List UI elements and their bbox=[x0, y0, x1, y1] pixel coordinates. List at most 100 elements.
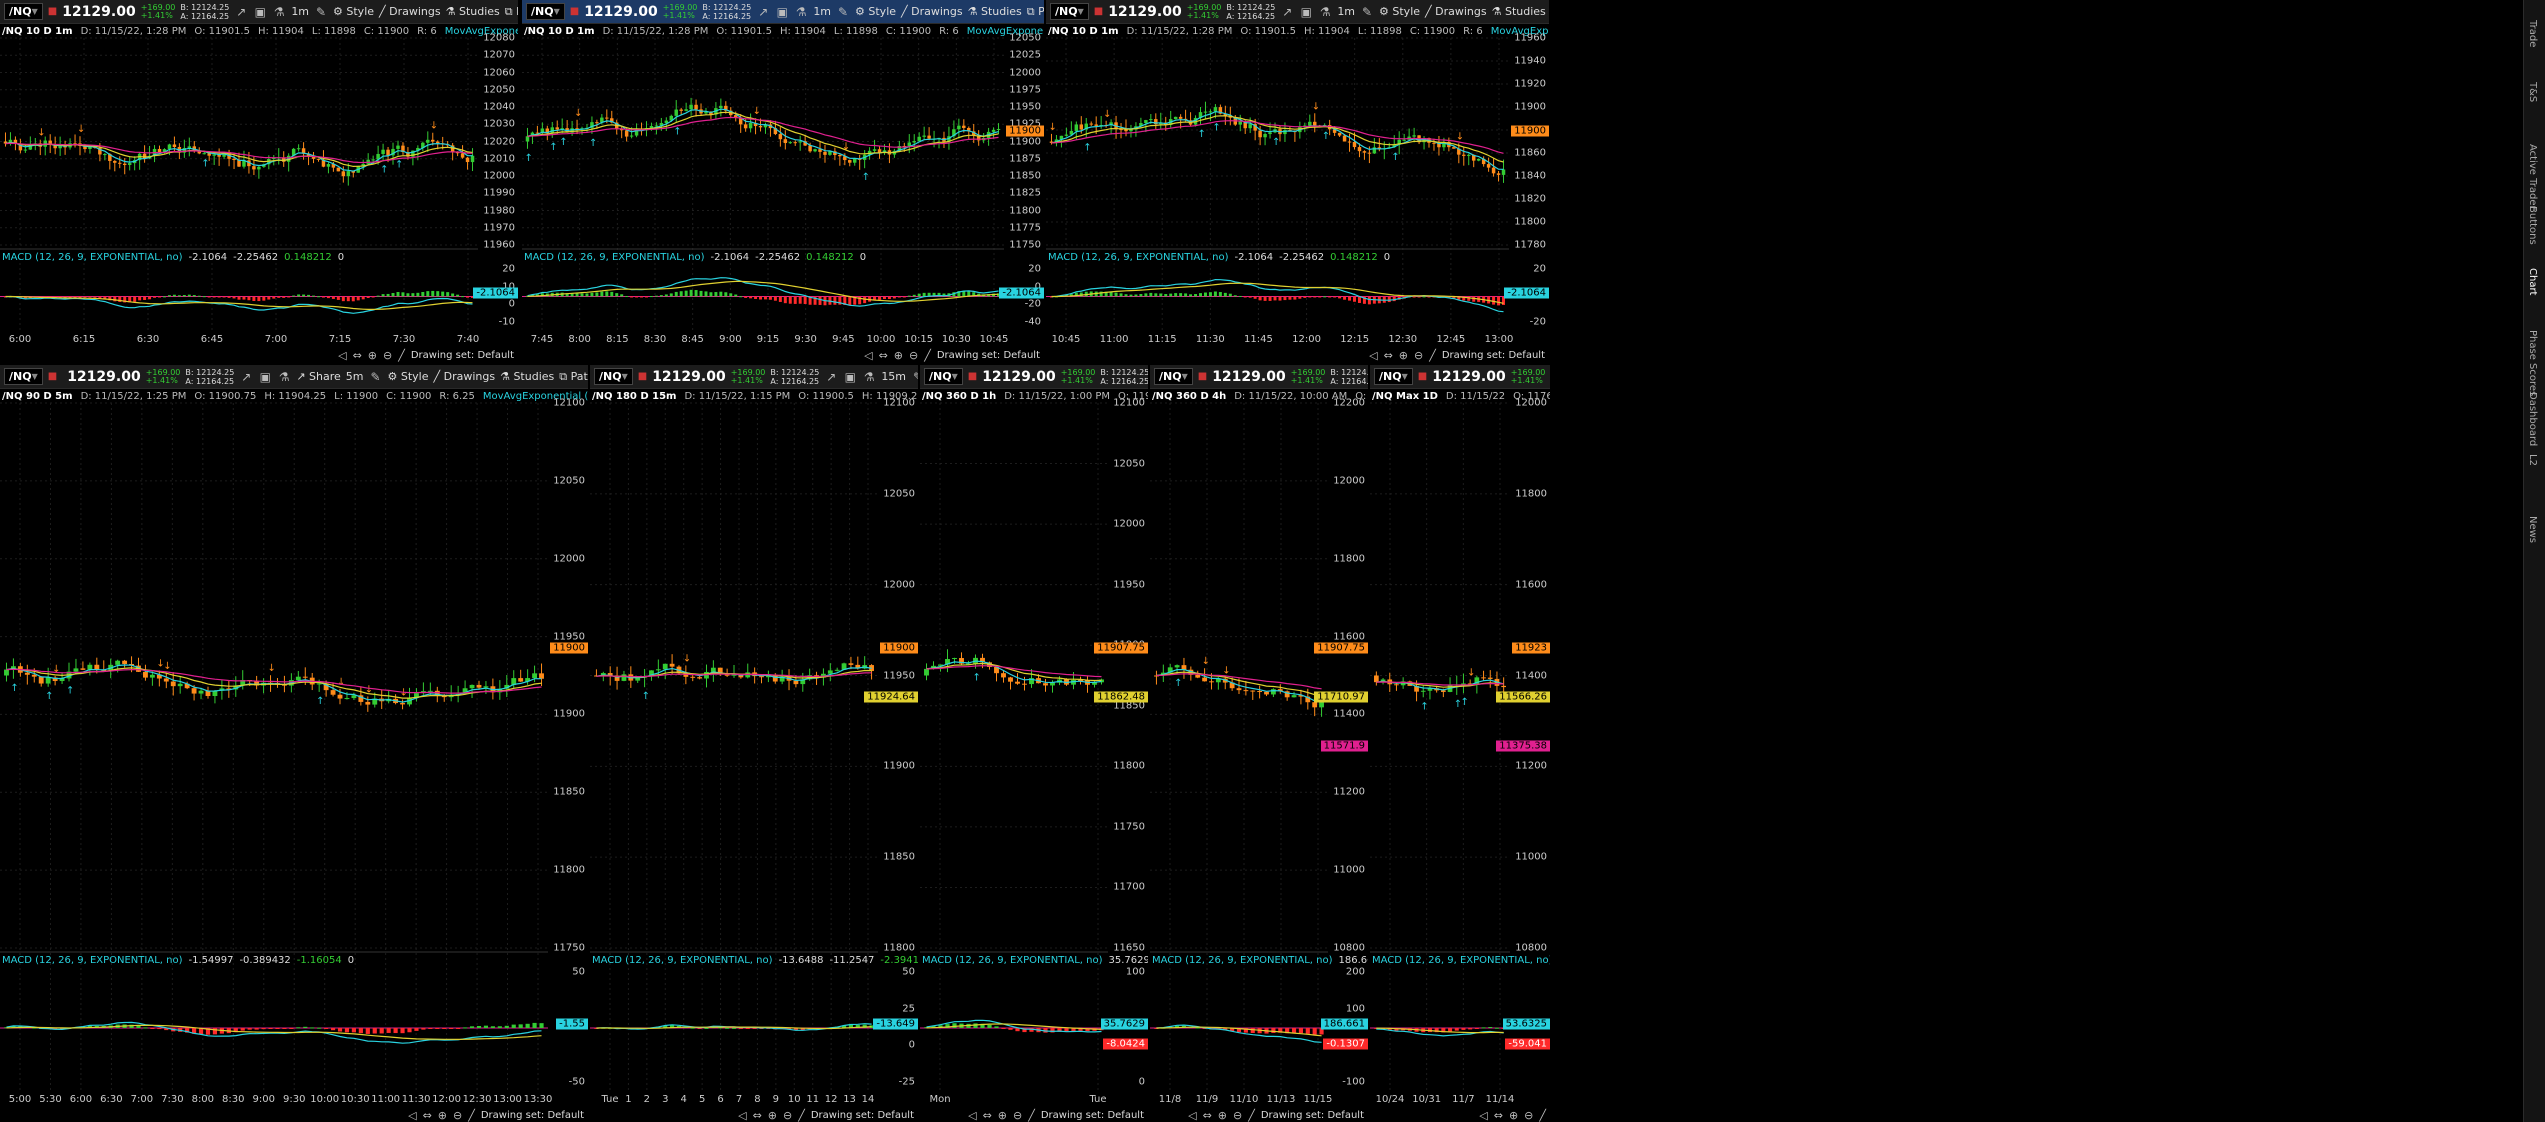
expand-icon[interactable]: ⇔ bbox=[353, 349, 362, 362]
scroll-left-icon[interactable]: ◁ bbox=[1188, 1109, 1196, 1122]
expand-icon[interactable]: ⇔ bbox=[423, 1109, 432, 1122]
candle-body bbox=[838, 155, 842, 157]
macd-histogram-bar bbox=[1312, 1028, 1317, 1035]
macd-histogram-bar bbox=[1179, 293, 1183, 297]
candle-body bbox=[743, 124, 748, 129]
scroll-left-icon[interactable]: ◁ bbox=[408, 1109, 416, 1122]
scroll-left-icon[interactable]: ◁ bbox=[738, 1109, 746, 1122]
drawing-set-label[interactable]: Drawing set: Default bbox=[811, 1110, 914, 1121]
scroll-left-icon[interactable]: ◁ bbox=[338, 349, 346, 362]
drawing-tool-icon[interactable]: ╱ bbox=[924, 349, 931, 362]
zoom-out-icon[interactable]: ⊖ bbox=[909, 349, 918, 362]
macd-histogram-bar bbox=[669, 293, 673, 297]
candle-body bbox=[1144, 120, 1148, 124]
drawing-tool-icon[interactable]: ╱ bbox=[398, 349, 405, 362]
zoom-out-icon[interactable]: ⊖ bbox=[783, 1109, 792, 1122]
candle-body bbox=[127, 163, 132, 165]
zoom-out-icon[interactable]: ⊖ bbox=[1524, 1109, 1533, 1122]
macd-histogram-bar bbox=[310, 1027, 315, 1029]
zoom-in-icon[interactable]: ⊕ bbox=[998, 1109, 1007, 1122]
buy-arrow-icon: ↑ bbox=[1272, 137, 1280, 148]
right-tab-l2[interactable]: L2 bbox=[2527, 454, 2538, 466]
zoom-out-icon[interactable]: ⊖ bbox=[453, 1109, 462, 1122]
right-tab-buttons[interactable]: Buttons bbox=[2527, 206, 2538, 245]
drawing-set-label[interactable]: Drawing set: Default bbox=[1041, 1110, 1144, 1121]
time-tick: 1 bbox=[625, 1094, 632, 1105]
drawing-tool-icon[interactable]: ╱ bbox=[1248, 1109, 1255, 1122]
zoom-in-icon[interactable]: ⊕ bbox=[894, 349, 903, 362]
chart-bottom-controls: ◁ ⇔ ⊕ ⊖ ╱ Drawing set: Default bbox=[522, 348, 1044, 362]
expand-icon[interactable]: ⇔ bbox=[753, 1109, 762, 1122]
macd-histogram-bar bbox=[1387, 296, 1391, 303]
drawing-set-label[interactable]: Drawing set: Default bbox=[481, 1110, 584, 1121]
drawing-tool-icon[interactable]: ╱ bbox=[1539, 1109, 1546, 1122]
time-tick: 3 bbox=[662, 1094, 669, 1105]
zoom-in-icon[interactable]: ⊕ bbox=[438, 1109, 447, 1122]
candle-body bbox=[1173, 116, 1178, 120]
candle-body bbox=[1308, 121, 1312, 126]
zoom-in-icon[interactable]: ⊕ bbox=[1399, 349, 1408, 362]
zoom-in-icon[interactable]: ⊕ bbox=[768, 1109, 777, 1122]
zoom-out-icon[interactable]: ⊖ bbox=[1414, 349, 1423, 362]
price-tag: 11710.97 bbox=[1314, 691, 1368, 703]
drawing-tool-icon[interactable]: ╱ bbox=[1028, 1109, 1035, 1122]
scroll-left-icon[interactable]: ◁ bbox=[864, 349, 872, 362]
zoom-out-icon[interactable]: ⊖ bbox=[383, 349, 392, 362]
right-tab-active-trader[interactable]: Active Trader bbox=[2527, 144, 2538, 210]
scroll-left-icon[interactable]: ◁ bbox=[968, 1109, 976, 1122]
expand-icon[interactable]: ⇔ bbox=[1494, 1109, 1503, 1122]
candle-body bbox=[1178, 116, 1183, 119]
expand-icon[interactable]: ⇔ bbox=[879, 349, 888, 362]
candle-body bbox=[38, 676, 44, 684]
candle-body bbox=[1022, 683, 1027, 685]
right-tab-t-s[interactable]: T&S bbox=[2527, 82, 2538, 102]
right-tab-phase-scores[interactable]: Phase Scores bbox=[2527, 330, 2538, 396]
drawing-set-label[interactable]: Drawing set: Default bbox=[937, 350, 1040, 361]
macd-histogram-bar bbox=[625, 296, 629, 298]
drawing-set-label[interactable]: Drawing set: Default bbox=[1261, 1110, 1364, 1121]
macd-histogram-bar bbox=[1184, 293, 1188, 297]
time-tick: Tue bbox=[1089, 1094, 1107, 1105]
drawing-tool-icon[interactable]: ╱ bbox=[798, 1109, 805, 1122]
macd-histogram-bar bbox=[714, 292, 718, 297]
buy-arrow-icon: ↑ bbox=[1083, 142, 1091, 153]
right-tab-chart[interactable]: Chart bbox=[2527, 268, 2538, 295]
macd-avg-line bbox=[1051, 282, 1504, 304]
zoom-in-icon[interactable]: ⊕ bbox=[368, 349, 377, 362]
drawing-set-label[interactable]: Drawing set: Default bbox=[411, 350, 514, 361]
zoom-out-icon[interactable]: ⊖ bbox=[1013, 1109, 1022, 1122]
drawing-tool-icon[interactable]: ╱ bbox=[1429, 349, 1436, 362]
right-tab-news[interactable]: News bbox=[2527, 516, 2538, 543]
drawing-tool-icon[interactable]: ╱ bbox=[468, 1109, 475, 1122]
scroll-left-icon[interactable]: ◁ bbox=[1479, 1109, 1487, 1122]
zoom-out-icon[interactable]: ⊖ bbox=[1233, 1109, 1242, 1122]
price-tick: 12200 bbox=[1333, 397, 1365, 409]
candle-body bbox=[400, 703, 405, 705]
right-tab-dashboard[interactable]: Dashboard bbox=[2527, 392, 2538, 446]
macd-histogram-bar bbox=[674, 291, 678, 297]
drawing-set-label[interactable]: Drawing set: Default bbox=[1442, 350, 1545, 361]
chart-panel-p1: /NQ ▼ ■ 12129.00 +169.00 +1.41% B: 12124.25 A: … bbox=[0, 0, 518, 362]
candle-body bbox=[595, 122, 599, 124]
macd-histogram-bar bbox=[744, 296, 748, 298]
macd-histogram-bar bbox=[341, 296, 345, 302]
price-tick: 11850 bbox=[1009, 170, 1041, 182]
candle-body bbox=[927, 135, 931, 139]
macd-histogram-bar bbox=[237, 296, 241, 300]
zoom-in-icon[interactable]: ⊕ bbox=[1509, 1109, 1518, 1122]
macd-field: MACD (12, 26, 9, EXPONENTIAL, no) bbox=[922, 955, 1103, 966]
candle-body bbox=[952, 658, 957, 660]
macd-histogram-bar bbox=[212, 1028, 218, 1035]
expand-icon[interactable]: ⇔ bbox=[1384, 349, 1393, 362]
right-tab-trade[interactable]: Trade bbox=[2527, 20, 2538, 47]
expand-icon[interactable]: ⇔ bbox=[983, 1109, 992, 1122]
scroll-left-icon[interactable]: ◁ bbox=[1369, 349, 1377, 362]
macd-histogram-bar bbox=[1481, 1027, 1486, 1029]
macd-histogram-bar bbox=[297, 294, 301, 297]
time-tick: 12:45 bbox=[1436, 334, 1466, 345]
zoom-in-icon[interactable]: ⊕ bbox=[1218, 1109, 1227, 1122]
expand-icon[interactable]: ⇔ bbox=[1203, 1109, 1212, 1122]
price-tag: 11862.48 bbox=[1094, 691, 1148, 703]
macd-histogram-bar bbox=[289, 1028, 294, 1029]
candle-body bbox=[778, 134, 783, 140]
